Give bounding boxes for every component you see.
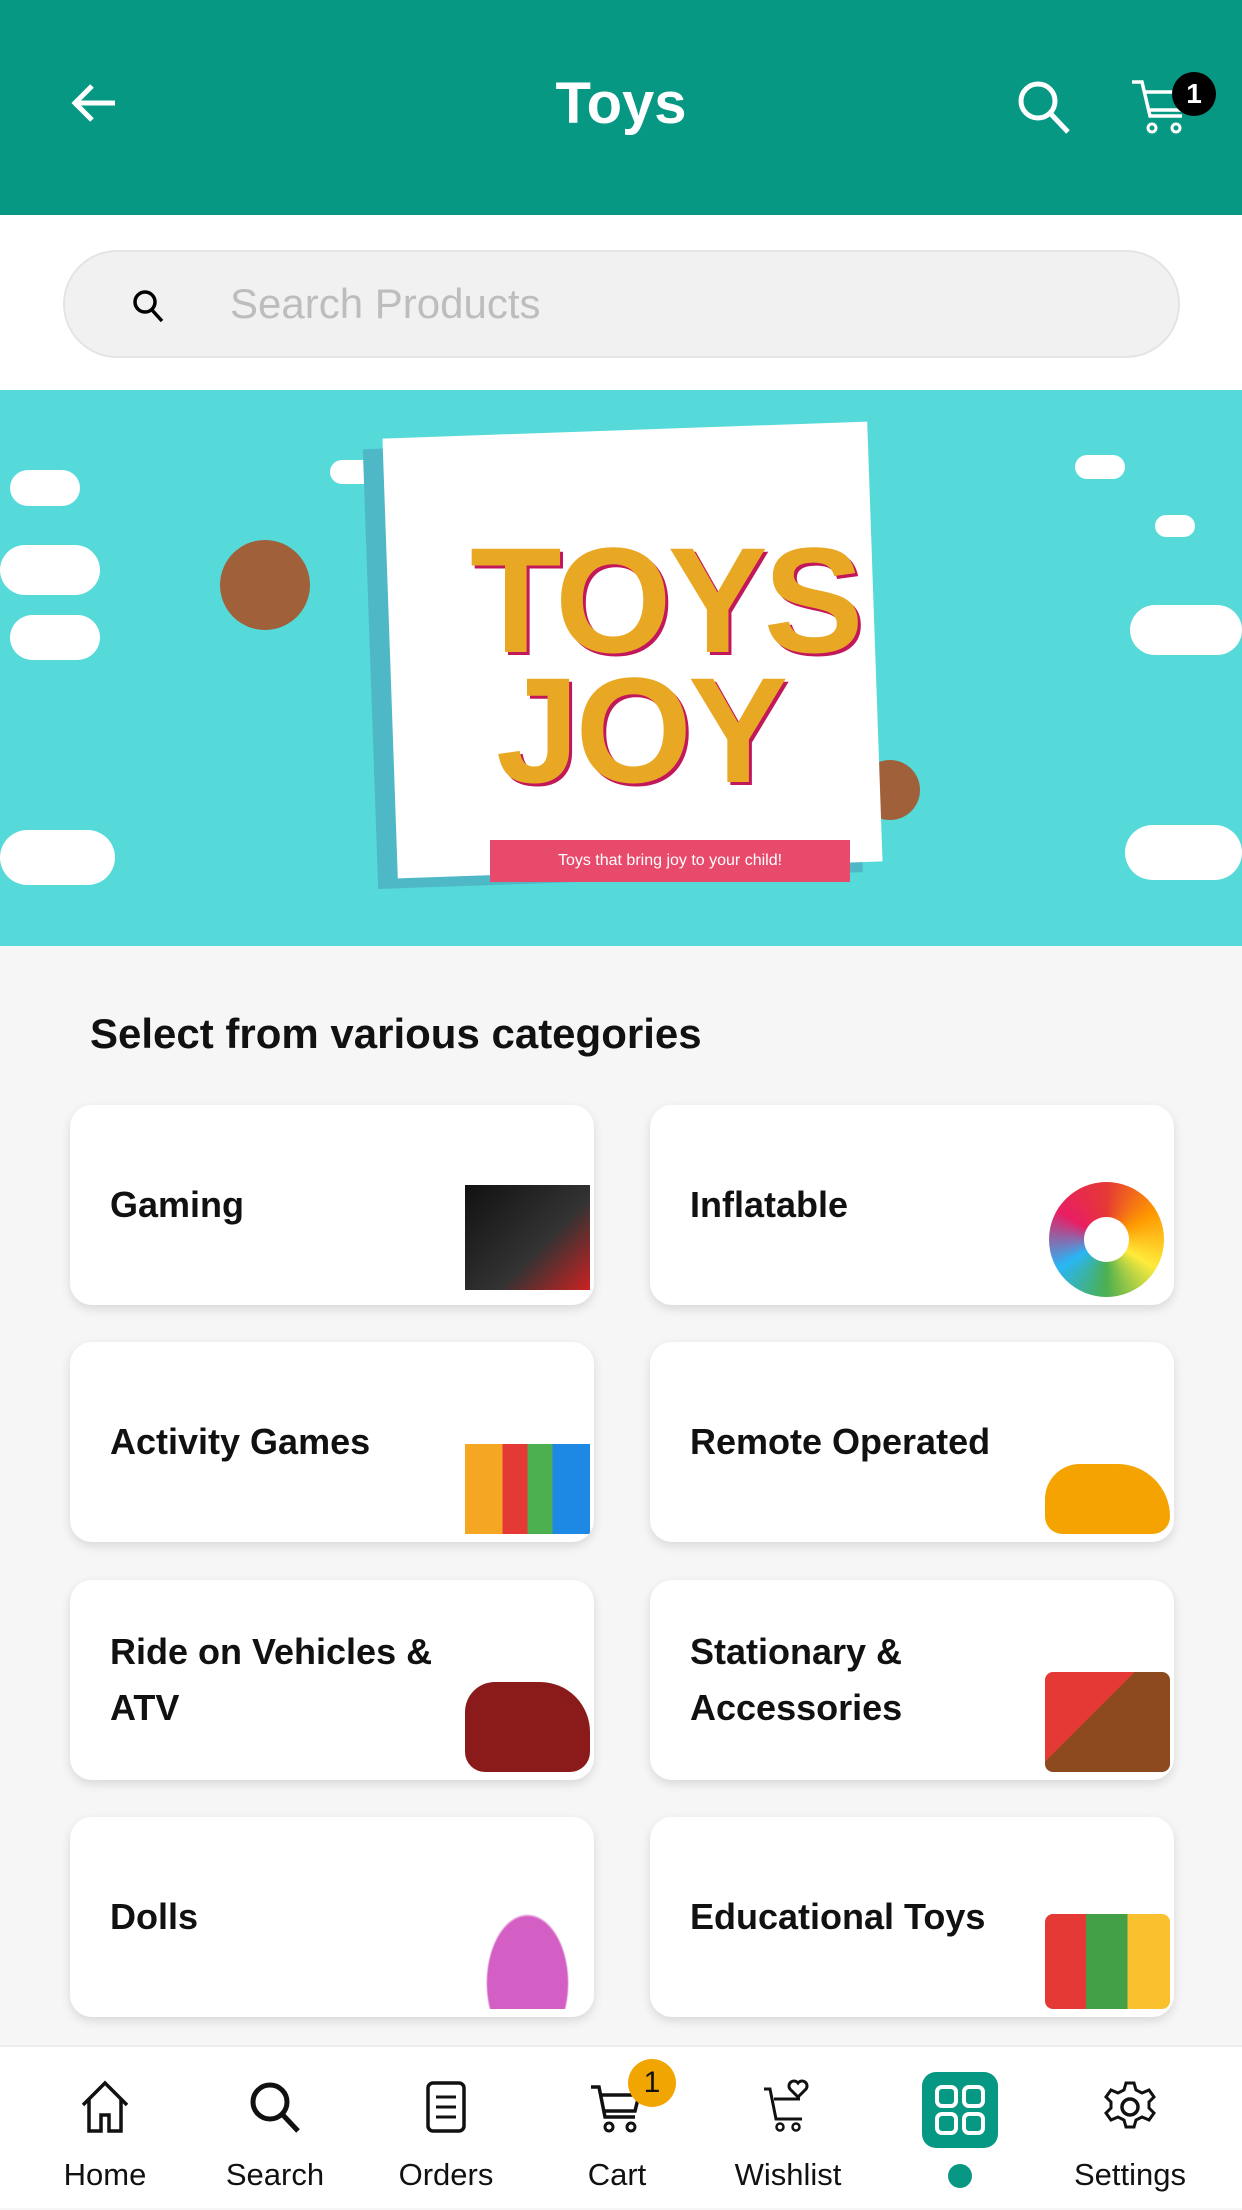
rc-car-image [1045, 1464, 1170, 1534]
blocks-image [1045, 1914, 1170, 2009]
category-label: Gaming [110, 1184, 245, 1225]
ride-on-car-image [465, 1682, 590, 1772]
cart-count-badge: 1 [1172, 72, 1216, 116]
category-label: Activity Games [110, 1421, 371, 1462]
nav-wishlist[interactable]: Wishlist [713, 2047, 863, 2210]
category-educational-toys[interactable]: Educational Toys [650, 1817, 1174, 2017]
search-icon [250, 2082, 300, 2133]
search-bar[interactable] [63, 250, 1180, 358]
search-icon [133, 290, 164, 323]
nav-label: Search [225, 2157, 325, 2192]
categories-grid-icon [935, 2085, 985, 2135]
active-indicator-dot [948, 2164, 972, 2188]
section-title: Select from various categories [90, 1010, 702, 1057]
gear-icon [1104, 2081, 1156, 2129]
category-label: Educational Toys [690, 1896, 986, 1937]
nav-label: Wishlist [734, 2157, 842, 2192]
search-section [0, 215, 1242, 390]
home-icon [81, 2080, 129, 2133]
bottom-navigation: Home Search Orders Cart 1 Wishlist Setti… [0, 2045, 1242, 2208]
category-dolls[interactable]: Dolls [70, 1817, 594, 2017]
category-stationary-accessories[interactable]: Stationary & Accessories [650, 1580, 1174, 1780]
category-gaming[interactable]: Gaming [70, 1105, 594, 1305]
banner-tagline: Toys that bring joy to your child! [490, 840, 850, 882]
nav-label: Orders [398, 2157, 494, 2192]
nav-label: Home [63, 2157, 147, 2192]
dolls-image [465, 1879, 590, 2009]
orders-list-icon [426, 2081, 466, 2133]
category-remote-operated[interactable]: Remote Operated [650, 1342, 1174, 1542]
nav-label: Cart [587, 2157, 647, 2192]
wishlist-cart-heart-icon [764, 2079, 809, 2132]
nav-home[interactable]: Home [30, 2047, 180, 2210]
nav-categories[interactable] [922, 2072, 998, 2148]
promo-banner[interactable]: TOYS JOY Toys that bring joy to your chi… [0, 390, 1242, 946]
category-label: Dolls [110, 1896, 199, 1937]
nav-label: Settings [1073, 2157, 1186, 2192]
category-label: Inflatable [690, 1184, 849, 1225]
teddy-bear-icon [220, 540, 310, 630]
category-label: Ride on Vehicles & ATV [110, 1631, 433, 1728]
category-activity-games[interactable]: Activity Games [70, 1342, 594, 1542]
nav-orders[interactable]: Orders [371, 2047, 521, 2210]
category-ride-on-vehicles[interactable]: Ride on Vehicles & ATV [70, 1580, 594, 1780]
category-label: Stationary & Accessories [690, 1631, 903, 1728]
stationery-image [1045, 1672, 1170, 1772]
nav-search[interactable]: Search [200, 2047, 350, 2210]
search-icon[interactable] [1015, 78, 1073, 136]
app-header: Toys 1 [0, 0, 1242, 215]
stacking-toy-image [465, 1444, 590, 1534]
category-label: Remote Operated [690, 1421, 991, 1462]
cart-badge: 1 [628, 2059, 676, 2107]
swim-ring-image [1049, 1182, 1164, 1297]
gaming-monitor-image [465, 1185, 590, 1290]
search-input[interactable] [230, 272, 1130, 336]
category-inflatable[interactable]: Inflatable [650, 1105, 1174, 1305]
nav-settings[interactable]: Settings [1055, 2047, 1205, 2210]
banner-title: TOYS JOY [470, 516, 864, 814]
